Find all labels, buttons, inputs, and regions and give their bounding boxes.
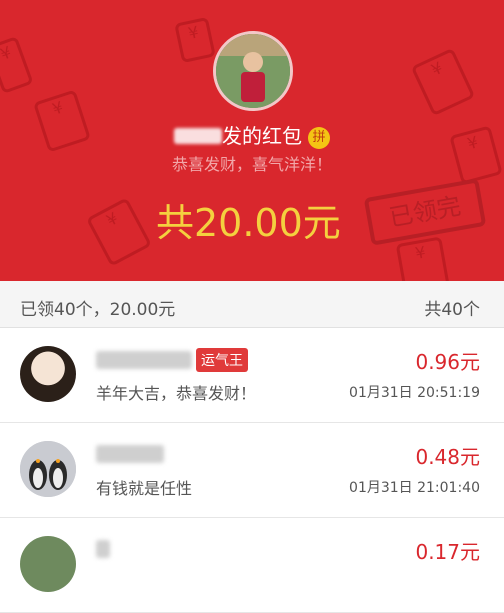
avatar[interactable] [20, 536, 76, 592]
recipient-message: 有钱就是任性 [96, 479, 193, 498]
received-time: 01月31日 21:01:40 [349, 480, 480, 496]
red-envelope-icon: ¥ [395, 236, 451, 281]
recipient-list: 运气王 羊年大吉，恭喜发财！ 0.96元 01月31日 20:51:19 有钱就… [0, 328, 504, 613]
claim-summary-bar: 已领40个，20.00元 共40个 [0, 281, 504, 328]
recipient-name: 运气王 [96, 348, 248, 372]
red-envelope-icon: ¥ [0, 36, 34, 94]
total-amount: 共20.00元 [156, 201, 341, 245]
received-amount: 0.17元 [415, 540, 480, 564]
received-amount: 0.48元 [415, 445, 480, 469]
packet-title: 发的红包拼 [0, 120, 504, 149]
recipient-name [96, 538, 110, 560]
avatar[interactable] [20, 346, 76, 402]
red-envelope-icon: ¥ [174, 16, 216, 64]
red-packet-header: ¥ ¥ ¥ ¥ ¥ ¥ ¥ 发的红包拼 恭喜发财，喜气洋洋！ 共20.00元 已… [0, 0, 504, 281]
red-envelope-icon: ¥ [86, 197, 152, 267]
recipient-name [96, 443, 164, 465]
list-item[interactable]: 0.17元 [0, 518, 504, 613]
claimed-stamp: 已领完 [363, 178, 487, 246]
pin-badge: 拼 [308, 127, 330, 149]
lucky-king-badge: 运气王 [196, 348, 248, 372]
name-obscured [96, 539, 110, 558]
received-time: 01月31日 20:51:19 [349, 385, 480, 401]
sender-avatar[interactable] [213, 31, 293, 111]
total-count: 共40个 [424, 300, 480, 320]
name-obscured [96, 351, 192, 369]
list-item[interactable]: 运气王 羊年大吉，恭喜发财！ 0.96元 01月31日 20:51:19 [0, 328, 504, 423]
received-amount: 0.96元 [415, 350, 480, 374]
sender-name-obscured [174, 128, 222, 144]
red-envelope-icon: ¥ [410, 47, 476, 117]
name-obscured [96, 444, 164, 463]
claimed-summary: 已领40个，20.00元 [20, 300, 176, 320]
avatar[interactable] [20, 441, 76, 497]
recipient-message: 羊年大吉，恭喜发财！ [96, 384, 257, 403]
list-item[interactable]: 有钱就是任性 0.48元 01月31日 21:01:40 [0, 423, 504, 518]
greeting-text: 恭喜发财，喜气洋洋！ [171, 155, 332, 174]
title-suffix: 发的红包 [222, 124, 302, 148]
